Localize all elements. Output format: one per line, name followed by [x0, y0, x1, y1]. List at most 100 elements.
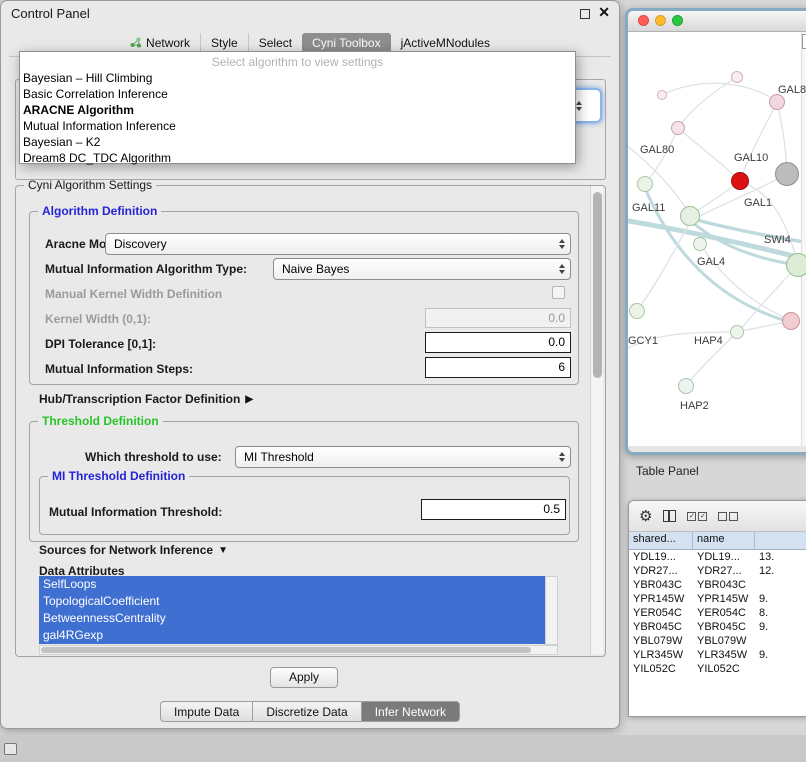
- algorithm-option[interactable]: Basic Correlation Inference: [20, 86, 575, 102]
- table-row[interactable]: YIL052CYIL052C: [629, 662, 806, 676]
- unselect-all-columns-icon[interactable]: [718, 512, 738, 521]
- tab-cyni-toolbox[interactable]: Cyni Toolbox: [302, 33, 390, 53]
- dpi-tolerance-field[interactable]: 0.0: [425, 332, 571, 353]
- settings-scrollbar[interactable]: [590, 186, 603, 654]
- zoom-traffic-light[interactable]: [672, 15, 683, 26]
- which-threshold-combo[interactable]: MI Threshold: [235, 446, 571, 468]
- hub-definition-section[interactable]: Hub/Transcription Factor Definition ▶: [39, 392, 253, 406]
- hscrollbar-thumb[interactable]: [41, 647, 531, 653]
- table-cell: YPR145W: [693, 592, 755, 606]
- tab-discretize-data[interactable]: Discretize Data: [252, 701, 360, 722]
- table-cell: YLR345W: [629, 648, 693, 662]
- column-header[interactable]: [755, 532, 806, 549]
- tab-impute-data[interactable]: Impute Data: [160, 701, 252, 722]
- table-cell: YBL079W: [693, 634, 755, 648]
- network-node[interactable]: [657, 90, 667, 100]
- tab-jactivemodules[interactable]: jActiveMNodules: [391, 33, 500, 53]
- attribute-list-hscrollbar[interactable]: [39, 645, 558, 655]
- network-canvas[interactable]: GAL8GAL80GAL10GAL11GAL1SWI4GAL4GCY1HAP4H…: [628, 32, 806, 446]
- manual-kernel-checkbox[interactable]: [552, 286, 565, 299]
- close-icon[interactable]: ✕: [598, 4, 610, 21]
- algorithm-option[interactable]: Mutual Information Inference: [20, 118, 575, 134]
- attribute-list-vscrollbar[interactable]: [545, 576, 558, 645]
- mi-type-combo[interactable]: Naive Bayes: [273, 258, 571, 280]
- network-node[interactable]: [671, 121, 685, 135]
- network-node[interactable]: [678, 378, 694, 394]
- attribute-item[interactable]: BetweennessCentrality: [39, 610, 545, 627]
- algorithm-option[interactable]: Bayesian – K2: [20, 134, 575, 150]
- tab-label: Network: [146, 36, 190, 50]
- tab-style[interactable]: Style: [200, 33, 248, 53]
- combo-arrows-icon: [559, 452, 565, 462]
- combo-arrows-icon: [559, 239, 565, 249]
- network-node[interactable]: [775, 162, 799, 186]
- network-node[interactable]: [637, 176, 653, 192]
- network-node[interactable]: [680, 206, 700, 226]
- float-window-icon[interactable]: [580, 9, 590, 19]
- table-row[interactable]: YLR345WYLR345W9.: [629, 648, 806, 662]
- minimize-traffic-light[interactable]: [655, 15, 666, 26]
- dropdown-placeholder: Select algorithm to view settings: [20, 54, 575, 70]
- mi-threshold-label: Mutual Information Threshold:: [49, 505, 222, 519]
- network-window-titlebar[interactable]: [628, 11, 806, 32]
- kernel-width-field[interactable]: 0.0: [425, 308, 571, 328]
- algorithm-dropdown-popup: Select algorithm to view settings Bayesi…: [19, 51, 576, 164]
- tab-label: jActiveMNodules: [401, 36, 490, 50]
- collapse-down-icon[interactable]: ▼: [218, 545, 228, 556]
- network-node[interactable]: [769, 94, 785, 110]
- tab-infer-network[interactable]: Infer Network: [361, 701, 460, 722]
- apply-button[interactable]: Apply: [270, 667, 338, 688]
- gear-icon[interactable]: ⚙: [639, 509, 652, 524]
- aracne-mode-combo[interactable]: Discovery: [105, 233, 571, 255]
- algorithm-option[interactable]: Bayesian – Hill Climbing: [20, 70, 575, 86]
- tab-label: Style: [211, 36, 238, 50]
- table-cell: 12.: [755, 564, 806, 578]
- select-all-columns-icon[interactable]: ✓ ✓: [687, 512, 707, 521]
- mi-threshold-field[interactable]: 0.5: [421, 499, 566, 520]
- mi-threshold-group-title: MI Threshold Definition: [48, 469, 189, 483]
- table-cell: [755, 634, 806, 648]
- algorithm-option[interactable]: Dream8 DC_TDC Algorithm: [20, 150, 575, 166]
- manual-kernel-label: Manual Kernel Width Definition: [45, 287, 222, 301]
- table-row[interactable]: YER054CYER054C8.: [629, 606, 806, 620]
- table-row[interactable]: YDR27...YDR27...12.: [629, 564, 806, 578]
- scrollbar-button[interactable]: [802, 34, 806, 49]
- attribute-item[interactable]: TopologicalCoefficient: [39, 593, 545, 610]
- close-traffic-light[interactable]: [638, 15, 649, 26]
- table-row[interactable]: YPR145WYPR145W9.: [629, 592, 806, 606]
- minimized-window-icon[interactable]: [4, 743, 17, 755]
- hub-definition-label: Hub/Transcription Factor Definition: [39, 392, 240, 406]
- network-node[interactable]: [730, 325, 744, 339]
- table-row[interactable]: YBR043CYBR043C: [629, 578, 806, 592]
- collapse-right-icon[interactable]: ▶: [245, 394, 253, 405]
- column-header[interactable]: shared...: [629, 532, 693, 549]
- network-node[interactable]: [731, 71, 743, 83]
- column-header[interactable]: name: [693, 532, 755, 549]
- network-node[interactable]: [693, 237, 707, 251]
- table-cell: YBL079W: [629, 634, 693, 648]
- sources-section[interactable]: Sources for Network Inference ▼: [39, 543, 228, 557]
- table-row[interactable]: YBR045CYBR045C9.: [629, 620, 806, 634]
- network-icon: [130, 37, 142, 48]
- tab-select[interactable]: Select: [248, 33, 302, 53]
- table-cell: YDL19...: [629, 550, 693, 564]
- table-cell: YBR043C: [693, 578, 755, 592]
- tab-label: Impute Data: [174, 705, 239, 719]
- network-node[interactable]: [786, 253, 806, 277]
- attribute-item[interactable]: gal4RGexp: [39, 627, 545, 644]
- column-chooser-icon[interactable]: [663, 510, 676, 522]
- settings-scrollbar-thumb[interactable]: [593, 192, 602, 378]
- mi-steps-field[interactable]: 6: [425, 357, 571, 378]
- table-row[interactable]: YDL19...YDL19...13.: [629, 550, 806, 564]
- network-node[interactable]: [782, 312, 800, 330]
- network-node[interactable]: [731, 172, 749, 190]
- empty-box-icon: [718, 512, 727, 521]
- algorithm-option[interactable]: ARACNE Algorithm: [20, 102, 575, 118]
- table-cell: YBR045C: [693, 620, 755, 634]
- attribute-item[interactable]: SelfLoops: [39, 576, 545, 593]
- network-node[interactable]: [629, 303, 645, 319]
- table-row[interactable]: YBL079WYBL079W: [629, 634, 806, 648]
- node-label: GAL1: [744, 197, 772, 209]
- node-label: GAL11: [632, 202, 665, 214]
- tab-network[interactable]: Network: [120, 33, 200, 53]
